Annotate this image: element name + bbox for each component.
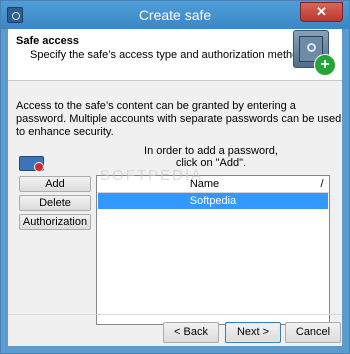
title-bar[interactable]: Create safe ✕ <box>1 1 349 29</box>
authorization-button[interactable]: Authorization <box>19 214 91 230</box>
header-title: Safe access <box>16 35 79 47</box>
add-hint: In order to add a password, click on "Ad… <box>96 145 326 169</box>
user-lock-icon <box>19 156 44 172</box>
footer-divider <box>8 314 342 315</box>
safe-dial <box>307 43 316 52</box>
header-subtitle: Specify the safe’s access type and autho… <box>30 49 308 61</box>
add-button[interactable]: Add <box>19 176 91 192</box>
dialog-body: Safe access Specify the safe’s access ty… <box>8 29 342 346</box>
wizard-header: Safe access Specify the safe’s access ty… <box>8 29 342 81</box>
delete-button[interactable]: Delete <box>19 195 91 211</box>
list-item[interactable]: Softpedia <box>98 193 328 209</box>
accounts-list[interactable]: Name / Softpedia <box>96 175 330 325</box>
next-button[interactable]: Next > <box>225 322 281 343</box>
watermark: SOFTPEDIA <box>100 167 204 184</box>
info-text: Access to the safe’s content can be gran… <box>16 100 342 138</box>
back-button[interactable]: < Back <box>163 322 219 343</box>
close-button[interactable]: ✕ <box>300 2 343 22</box>
lock-icon <box>34 162 44 172</box>
plus-icon: + <box>314 54 336 76</box>
hint-line-1: In order to add a password, <box>144 145 278 157</box>
window-title: Create safe <box>138 7 212 23</box>
column-sort-header[interactable]: / <box>315 176 329 192</box>
cancel-button[interactable]: Cancel <box>285 322 341 343</box>
dialog-window: Create safe ✕ Safe access Specify the sa… <box>0 0 350 354</box>
